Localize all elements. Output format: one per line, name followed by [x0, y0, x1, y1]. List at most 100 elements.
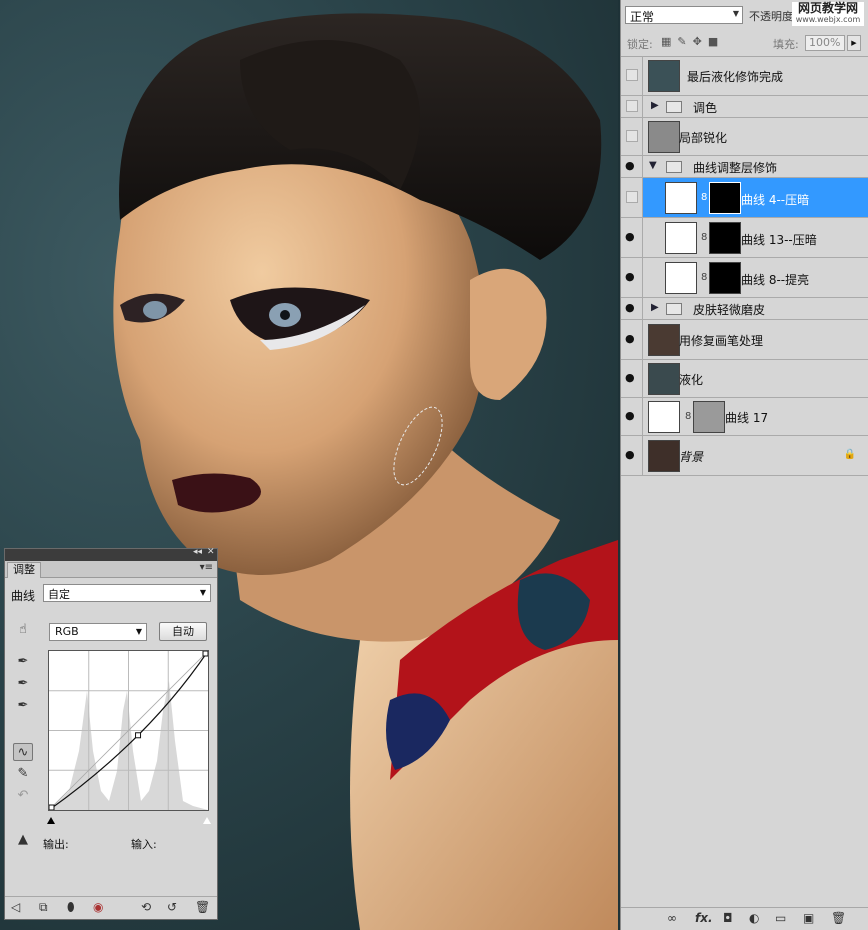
layer-mask-thumbnail[interactable] [709, 182, 741, 214]
layer-row[interactable]: ● 8 曲线 17 [621, 398, 868, 436]
black-point-eyedropper-icon[interactable]: ✒ [13, 653, 33, 671]
panel-tab-row: 调整 ▾≡ [5, 561, 217, 578]
layer-row-selected[interactable]: 8 曲线 4--压暗 [621, 178, 868, 218]
layer-group-row[interactable]: ● ▶ 皮肤轻微磨皮 [621, 298, 868, 320]
fill-dropdown-button[interactable]: ▶ [847, 35, 861, 51]
white-point-slider[interactable] [203, 817, 211, 824]
new-group-icon[interactable]: ▭ [775, 911, 786, 925]
visibility-toggle[interactable]: ● [621, 218, 643, 257]
add-mask-icon[interactable]: ◘ [723, 911, 733, 925]
previous-state-icon[interactable]: ⟲ [141, 900, 151, 914]
visibility-toggle[interactable]: ● [621, 360, 643, 397]
eye-icon[interactable]: ● [625, 332, 635, 345]
panel-menu-icon[interactable]: ▾≡ [200, 562, 213, 573]
white-point-eyedropper-icon[interactable]: ✒ [13, 697, 33, 715]
auto-button[interactable]: 自动 [159, 622, 207, 641]
curve-graph[interactable] [48, 650, 209, 811]
clip-to-layer-icon[interactable]: ⬮ [67, 900, 75, 915]
visibility-toggle[interactable] [621, 178, 643, 217]
layer-name: 曲线 17 [725, 411, 769, 425]
visibility-toggle[interactable]: ● [621, 258, 643, 297]
visibility-toggle[interactable] [621, 118, 643, 155]
panel-titlebar[interactable]: ◂◂ ✕ [5, 547, 217, 561]
adjustment-layer-icon[interactable]: ◐ [749, 911, 759, 925]
adjustments-toolbar: ◁ ⧉ ⬮ ◉ ⟲ ↺ 🗑 [5, 896, 217, 919]
layer-row[interactable]: 局部锐化 [621, 118, 868, 156]
layer-mask-thumbnail[interactable] [709, 222, 741, 254]
visibility-toggle[interactable]: ● [621, 436, 643, 475]
visibility-off-box[interactable] [626, 100, 638, 112]
on-image-adjust-icon[interactable]: ☝ [13, 621, 33, 639]
fx-icon[interactable]: fx. [695, 911, 713, 925]
curve-control-point[interactable] [202, 650, 209, 657]
fill-input[interactable]: 100% [805, 35, 845, 51]
visibility-toggle[interactable]: ● [621, 398, 643, 435]
pencil-draw-icon[interactable]: ✎ [13, 765, 33, 783]
visibility-toggle[interactable]: ● [621, 156, 643, 177]
opacity-label: 不透明度: [749, 10, 797, 23]
visibility-toggle-icon[interactable]: ◉ [93, 900, 103, 914]
back-arrow-icon[interactable]: ◁ [11, 900, 20, 914]
new-layer-icon[interactable]: ▣ [803, 911, 814, 925]
curves-adjustment-icon [648, 401, 680, 433]
layer-row-background[interactable]: ● 背景 🔒 [621, 436, 868, 476]
blend-mode-select[interactable]: 正常 ▼ [625, 6, 743, 24]
trash-icon[interactable]: 🗑 [831, 911, 846, 925]
channel-select[interactable]: RGB ▼ [49, 623, 147, 641]
lock-icon: 🔒 [843, 449, 856, 460]
preset-select[interactable]: 自定 ▼ [43, 584, 211, 602]
layer-row[interactable]: ● 8 曲线 8--提亮 [621, 258, 868, 298]
collapse-icon[interactable]: ◂◂ [193, 547, 202, 557]
lock-options[interactable]: ▦✎✥■ [661, 35, 724, 48]
curve-control-point[interactable] [48, 804, 55, 811]
trash-icon[interactable]: 🗑 [195, 900, 210, 914]
lock-paint-icon[interactable]: ✎ [677, 35, 692, 48]
reset-icon[interactable]: ↺ [167, 900, 177, 914]
visibility-toggle[interactable]: ● [621, 320, 643, 359]
eye-icon[interactable]: ● [625, 270, 635, 283]
visibility-off-box[interactable] [626, 69, 638, 81]
close-icon[interactable]: ✕ [207, 547, 215, 557]
visibility-toggle[interactable] [621, 56, 643, 95]
layer-row[interactable]: ● 8 曲线 13--压暗 [621, 218, 868, 258]
lock-move-icon[interactable]: ✥ [693, 35, 708, 48]
eye-icon[interactable]: ● [625, 301, 635, 314]
layer-name: 曲线调整层修饰 [693, 161, 778, 175]
curve-chart[interactable] [48, 650, 209, 811]
clipping-warning-icon[interactable]: ▲ [13, 831, 33, 849]
layer-name: 用修复画笔处理 [679, 334, 764, 348]
layer-group-row[interactable]: ● ▼ 曲线调整层修饰 [621, 156, 868, 178]
visibility-off-box[interactable] [626, 130, 638, 142]
eye-icon[interactable]: ● [625, 230, 635, 243]
layer-name: 皮肤轻微磨皮 [693, 303, 766, 317]
expand-view-icon[interactable]: ⧉ [39, 900, 48, 915]
layers-panel-options: 正常 ▼ 不透明度: 网页教学网 www.webjx.com 锁定: ▦✎✥■ … [621, 0, 868, 57]
curve-point-tool-icon[interactable]: ∿ [13, 743, 33, 761]
eye-icon[interactable]: ● [625, 448, 635, 461]
collapse-arrow-icon[interactable]: ▶ [651, 100, 659, 111]
link-icon: 8 [685, 411, 692, 422]
visibility-toggle[interactable]: ● [621, 298, 643, 319]
lock-all-icon[interactable]: ■ [708, 35, 724, 48]
tab-adjustments[interactable]: 调整 [7, 562, 41, 578]
expand-arrow-icon[interactable]: ▼ [649, 160, 657, 171]
layer-mask-thumbnail[interactable] [693, 401, 725, 433]
gray-point-eyedropper-icon[interactable]: ✒ [13, 675, 33, 693]
link-layers-icon[interactable]: ∞ [667, 911, 677, 925]
eye-icon[interactable]: ● [625, 371, 635, 384]
layer-row[interactable]: ● 用修复画笔处理 [621, 320, 868, 360]
lock-transparent-icon[interactable]: ▦ [661, 35, 677, 48]
layer-mask-thumbnail[interactable] [709, 262, 741, 294]
smooth-curve-icon[interactable]: ↶ [13, 787, 33, 805]
collapse-arrow-icon[interactable]: ▶ [651, 302, 659, 313]
visibility-toggle[interactable] [621, 96, 643, 117]
visibility-off-box[interactable] [626, 191, 638, 203]
layer-row[interactable]: ● 液化 [621, 360, 868, 398]
black-point-slider[interactable] [47, 817, 55, 824]
curve-control-point[interactable] [135, 732, 142, 739]
layer-thumbnail [648, 363, 680, 395]
eye-icon[interactable]: ● [625, 159, 635, 172]
layer-row[interactable]: 最后液化修饰完成 [621, 56, 868, 96]
layer-group-row[interactable]: ▶ 调色 [621, 96, 868, 118]
eye-icon[interactable]: ● [625, 409, 635, 422]
